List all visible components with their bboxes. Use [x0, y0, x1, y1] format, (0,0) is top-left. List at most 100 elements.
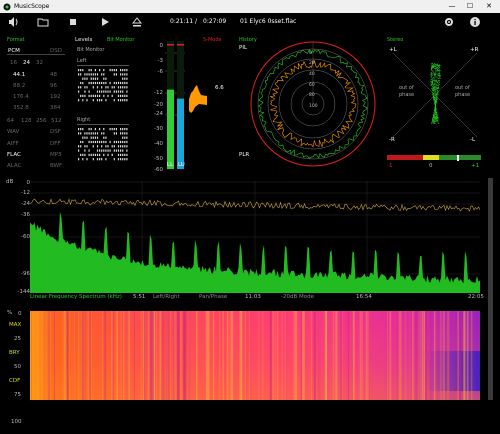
spectrogram-tick: 100: [11, 419, 22, 425]
bitmonitor-right-label: Right: [77, 117, 91, 123]
level-tick: -24: [154, 111, 163, 117]
time-current: 0:21:11: [170, 18, 194, 25]
stereo-title: Stereo: [387, 37, 404, 43]
info-icon[interactable]: [469, 16, 481, 28]
track-name: 01 Elyc6 0sset.flac: [240, 18, 297, 25]
out-of-phase-left-1: out of: [399, 85, 414, 91]
plr-label: PLR: [239, 152, 250, 158]
format-divider: [7, 54, 65, 55]
level-tick: -40: [154, 141, 163, 147]
pil-label: PIL: [239, 45, 248, 51]
format-dsd-rate: 256: [36, 118, 47, 124]
spectrum-ytick: -36: [21, 212, 30, 218]
panphase-toggle[interactable]: Pan/Phase: [199, 294, 227, 300]
level-tick: -6: [157, 69, 163, 75]
spectrum-xtick: 22:05: [468, 294, 484, 300]
minus-l-label: -L: [470, 137, 476, 143]
spectrogram-tick: 25: [14, 336, 21, 342]
spectrum-ytick: -144: [17, 289, 30, 295]
level-tick: 0: [159, 43, 164, 49]
out-of-phase-right-1: out of: [455, 85, 470, 91]
format-flac: FLAC: [7, 152, 21, 158]
spectrum-plot: [30, 181, 480, 293]
meter-right-label: LU: [178, 162, 185, 168]
levels-title: Levels: [75, 37, 93, 43]
format-alac: ALAC: [7, 163, 22, 169]
folder-icon[interactable]: [37, 16, 49, 28]
close-button[interactable]: ✕: [481, 0, 497, 13]
format-wav: WAV: [7, 129, 20, 135]
format-rate: 48: [50, 72, 57, 78]
level-tick: -3: [157, 58, 163, 64]
spectrum-ytick: -24: [21, 201, 30, 207]
spectrogram-label: MAX: [9, 322, 22, 328]
spectrum-panel: dB 0 -12 -24 -36 -60 -96 -144 Linear Fre…: [5, 177, 485, 305]
history-tick: 20: [309, 61, 315, 66]
spectrogram-image: [30, 311, 480, 400]
meter-left-bar: [167, 89, 174, 169]
level-tick: -60: [154, 167, 163, 173]
format-panel: Format PCM DSD 16 24 32 44.1 48 88.2 96 …: [5, 37, 65, 175]
spectrum-ytick: -12: [21, 190, 30, 196]
spectrum-ytick: -60: [21, 234, 30, 240]
spectrum-xtick: 16:54: [356, 294, 372, 300]
history-panel: History PIL PLR 0 20 40 60 80 100: [235, 37, 376, 175]
maximize-button[interactable]: ☐: [462, 0, 478, 13]
level-tick: -12: [154, 90, 163, 96]
stereo-panel: Stereo +L +R -R -L out of phase out of p…: [385, 37, 485, 175]
play-icon[interactable]: [99, 16, 111, 28]
spectrogram-tick: 50: [14, 364, 21, 370]
format-rate: 88.2: [13, 83, 26, 89]
leftright-toggle[interactable]: Left/Right: [153, 294, 180, 300]
bitmonitor-left-label: Left: [77, 58, 87, 64]
format-dsd-rate: 128: [21, 118, 32, 124]
format-bit-24: 24: [23, 60, 30, 66]
format-rate: 96: [50, 83, 57, 89]
bitmonitor-left: [77, 65, 129, 102]
corr-mid-label: 0: [429, 163, 433, 169]
format-dsd-rate: 512: [51, 118, 62, 124]
spectrum-ytick: -96: [21, 271, 30, 277]
format-mp3: MP3: [50, 152, 62, 158]
format-rate: 176.4: [13, 94, 29, 100]
eject-icon[interactable]: [131, 16, 143, 28]
spectrum-xtick: 5:51: [133, 294, 146, 300]
out-of-phase-right-2: phase: [455, 92, 471, 98]
format-dff: DFF: [50, 141, 61, 147]
format-dsd-rate: 64: [7, 118, 14, 124]
db-mode-toggle[interactable]: -20dB Mode: [281, 294, 314, 300]
out-of-phase-left-2: phase: [399, 92, 415, 98]
format-rate: 44.1: [13, 72, 26, 78]
meter-right-bar: [177, 98, 184, 169]
bitmonitor-right: [77, 124, 129, 161]
spectrogram-tick: 75: [14, 392, 21, 398]
level-scale: 0 -3 -6 -12 -20 -24 -30 -40 -50 -60: [135, 43, 163, 173]
correlation-meter: [387, 155, 481, 161]
spectrogram-label: CDF: [9, 378, 21, 384]
history-tick: 80: [309, 93, 315, 98]
minimize-button[interactable]: —: [444, 0, 460, 13]
window-title: MusicScope: [14, 3, 50, 10]
spectrum-caption[interactable]: Linear Frequency Spectrum (kHz): [30, 294, 122, 300]
corr-left-label: -1: [387, 163, 393, 169]
levels-mode-link[interactable]: Bit Monitor: [107, 37, 134, 43]
app-logo-icon: [3, 3, 11, 11]
time-separator: /: [195, 18, 198, 25]
title-bar: MusicScope — ☐ ✕: [0, 0, 500, 13]
gear-icon[interactable]: [443, 16, 455, 28]
corr-right-label: +1: [471, 163, 480, 169]
volume-icon[interactable]: [7, 16, 19, 28]
percent-label: %: [7, 310, 13, 316]
format-bwf: BWF: [50, 163, 63, 169]
toolbar: 0:21:11 / 0:27:09 01 Elyc6 0sset.flac: [0, 13, 500, 33]
stop-icon[interactable]: [67, 16, 79, 28]
levels-panel: Levels Bit Monitor S-Mode Bit Monitor Le…: [75, 37, 225, 175]
spectrogram-label: BRY: [9, 350, 20, 356]
format-aiff: AIFF: [7, 141, 19, 147]
level-tick: -30: [154, 126, 163, 132]
spectrum-y-axis: 0 -12 -24 -36 -60 -96 -144: [10, 180, 30, 295]
level-tick: -20: [154, 102, 163, 108]
scrollbar[interactable]: [488, 178, 493, 400]
format-dsf: DSF: [50, 129, 61, 135]
format-rate: 352.8: [13, 105, 29, 111]
